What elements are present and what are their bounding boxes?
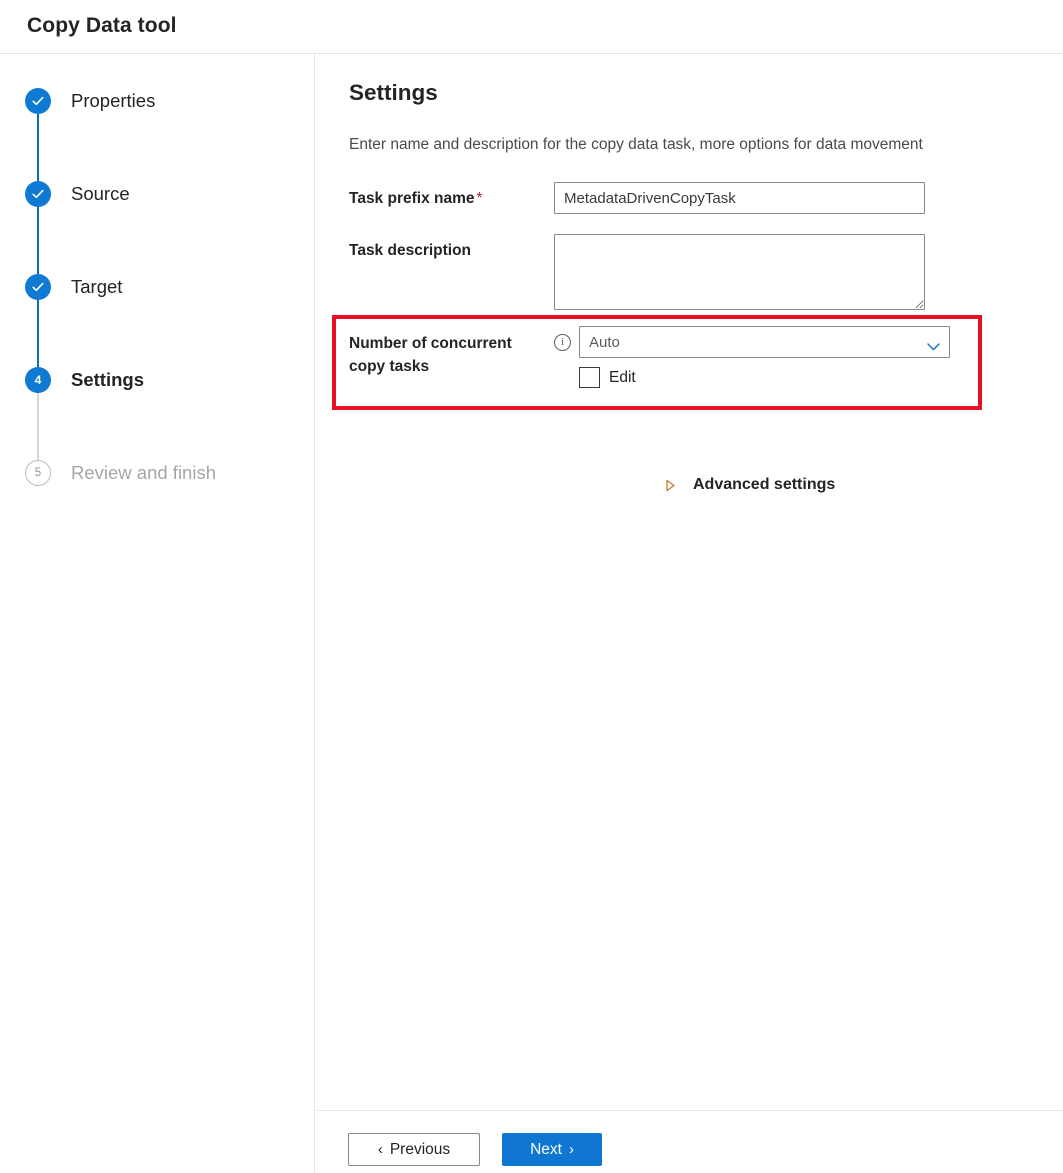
sidebar-step-label: Source xyxy=(71,181,130,207)
step-check-icon xyxy=(25,274,51,300)
sidebar-step-label: Settings xyxy=(71,367,144,393)
concurrent-copy-tasks-selected-value: Auto xyxy=(589,334,927,351)
window-header: Copy Data tool xyxy=(0,0,1063,54)
page-title: Settings xyxy=(349,80,438,106)
task-prefix-name-label: Task prefix name* xyxy=(349,182,554,210)
info-icon[interactable]: i xyxy=(554,334,571,351)
concurrent-copy-tasks-label: Number of concurrent copy tasks xyxy=(349,326,554,378)
concurrent-copy-tasks-row: Number of concurrent copy tasks i Auto E… xyxy=(349,326,950,388)
step-number-badge: 5 xyxy=(25,460,51,486)
step-check-icon xyxy=(25,88,51,114)
edit-checkbox-row[interactable]: Edit xyxy=(579,367,950,388)
advanced-settings-toggle[interactable]: Advanced settings xyxy=(665,476,835,494)
page-description: Enter name and description for the copy … xyxy=(349,136,923,154)
task-prefix-name-label-text: Task prefix name xyxy=(349,190,475,207)
sidebar-step-target[interactable]: Target xyxy=(25,274,305,367)
next-button[interactable]: Next › xyxy=(502,1133,602,1166)
previous-button[interactable]: ‹ Previous xyxy=(348,1133,480,1166)
concurrent-copy-tasks-label-line1: Number of concurrent xyxy=(349,332,554,355)
next-button-label: Next xyxy=(530,1141,562,1159)
window-title: Copy Data tool xyxy=(27,14,177,38)
advanced-settings-label: Advanced settings xyxy=(693,476,835,494)
wizard-sidebar: Properties Source Target xyxy=(0,54,315,1173)
sidebar-step-settings[interactable]: 4 Settings xyxy=(25,367,305,460)
sidebar-step-label: Target xyxy=(71,274,122,300)
sidebar-step-label: Review and finish xyxy=(71,460,216,486)
chevron-down-icon xyxy=(927,338,940,346)
sidebar-step-review-and-finish[interactable]: 5 Review and finish xyxy=(25,460,305,500)
chevron-right-icon xyxy=(665,479,676,492)
sidebar-step-properties[interactable]: Properties xyxy=(25,88,305,181)
task-prefix-name-input[interactable] xyxy=(554,182,925,214)
step-check-icon xyxy=(25,181,51,207)
concurrent-copy-tasks-control-group: Auto Edit xyxy=(579,326,950,388)
concurrent-copy-tasks-label-line2: copy tasks xyxy=(349,355,554,378)
step-number-badge: 4 xyxy=(25,367,51,393)
task-prefix-name-row: Task prefix name* xyxy=(349,182,925,214)
sidebar-step-label: Properties xyxy=(71,88,155,114)
sidebar-step-source[interactable]: Source xyxy=(25,181,305,274)
chevron-left-icon: ‹ xyxy=(378,1142,383,1157)
copy-data-tool-window: Copy Data tool Properties xyxy=(0,0,1063,1173)
wizard-footer: ‹ Previous Next › xyxy=(316,1110,1063,1173)
wizard-step-list: Properties Source Target xyxy=(25,88,305,500)
previous-button-label: Previous xyxy=(390,1141,450,1159)
chevron-right-icon: › xyxy=(569,1142,574,1157)
concurrent-copy-tasks-dropdown[interactable]: Auto xyxy=(579,326,950,358)
edit-checkbox[interactable] xyxy=(579,367,600,388)
task-description-label: Task description xyxy=(349,234,554,262)
task-description-row: Task description xyxy=(349,234,925,310)
edit-checkbox-label: Edit xyxy=(609,369,636,387)
task-description-textarea[interactable] xyxy=(554,234,925,310)
settings-panel: Settings Enter name and description for … xyxy=(316,54,1063,1110)
required-asterisk: * xyxy=(477,190,483,207)
